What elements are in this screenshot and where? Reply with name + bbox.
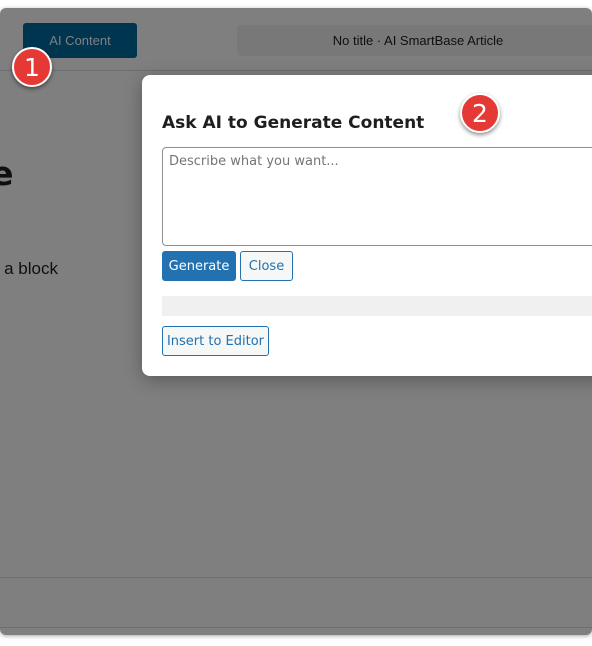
result-area: [162, 296, 592, 316]
insert-to-editor-button[interactable]: Insert to Editor: [162, 326, 269, 356]
close-button[interactable]: Close: [240, 251, 293, 281]
ai-generate-modal: Ask AI to Generate Content Generate Clos…: [142, 75, 592, 376]
modal-title: Ask AI to Generate Content: [162, 113, 425, 133]
step-badge-1: 1: [12, 47, 52, 87]
generate-button[interactable]: Generate: [162, 251, 236, 281]
prompt-textarea[interactable]: [162, 147, 592, 246]
step-badge-2: 2: [460, 93, 500, 133]
